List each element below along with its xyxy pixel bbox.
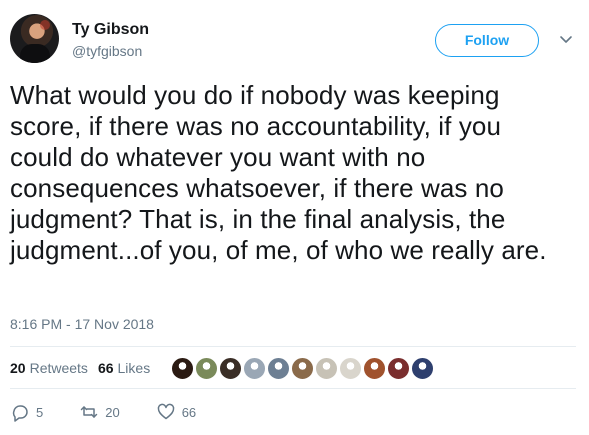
tweet-header: Ty Gibson @tyfgibson Follow xyxy=(10,14,580,68)
likes-stat[interactable]: 66 Likes xyxy=(98,360,150,376)
author-handle[interactable]: @tyfgibson xyxy=(72,42,149,60)
liker-avatar[interactable] xyxy=(411,357,434,380)
tweet-timestamp[interactable]: 8:16 PM - 17 Nov 2018 xyxy=(10,316,154,332)
liker-avatar[interactable] xyxy=(291,357,314,380)
liker-avatar[interactable] xyxy=(243,357,266,380)
liker-avatar[interactable] xyxy=(387,357,410,380)
liker-avatar[interactable] xyxy=(315,357,338,380)
liker-avatar[interactable] xyxy=(171,357,194,380)
liker-avatar[interactable] xyxy=(363,357,386,380)
retweets-stat[interactable]: 20 Retweets xyxy=(10,360,88,376)
divider xyxy=(10,346,576,347)
author-names[interactable]: Ty Gibson @tyfgibson xyxy=(72,20,149,60)
tweet-text: What would you do if nobody was keeping … xyxy=(10,80,547,265)
chevron-down-icon[interactable] xyxy=(558,31,574,47)
divider xyxy=(10,388,576,389)
tweet-actions: 5 20 66 xyxy=(10,402,232,422)
retweets-label: Retweets xyxy=(29,360,88,376)
like-count: 66 xyxy=(181,404,197,420)
likes-label: Likes xyxy=(117,360,151,376)
liker-avatar[interactable] xyxy=(219,357,242,380)
author-avatar[interactable] xyxy=(10,14,59,63)
liker-avatar[interactable] xyxy=(339,357,362,380)
reply-button[interactable]: 5 xyxy=(10,402,43,422)
heart-icon xyxy=(157,403,174,420)
tweet-card: Ty Gibson @tyfgibson Follow What would y… xyxy=(0,0,589,435)
follow-button[interactable]: Follow xyxy=(435,24,539,57)
author-display-name[interactable]: Ty Gibson xyxy=(72,20,149,40)
retweets-count: 20 xyxy=(10,360,26,376)
reply-count: 5 xyxy=(36,404,44,420)
liker-avatar[interactable] xyxy=(267,357,290,380)
retweet-button[interactable]: 20 xyxy=(79,402,120,422)
reply-icon xyxy=(12,405,28,422)
tweet-stats: 20 Retweets 66 Likes xyxy=(10,356,160,380)
retweet-count: 20 xyxy=(105,404,120,420)
likers-facepile xyxy=(171,357,435,381)
liker-avatar[interactable] xyxy=(195,357,218,380)
likes-count: 66 xyxy=(97,360,114,376)
retweet-icon xyxy=(80,406,98,418)
like-button[interactable]: 66 xyxy=(156,402,196,422)
